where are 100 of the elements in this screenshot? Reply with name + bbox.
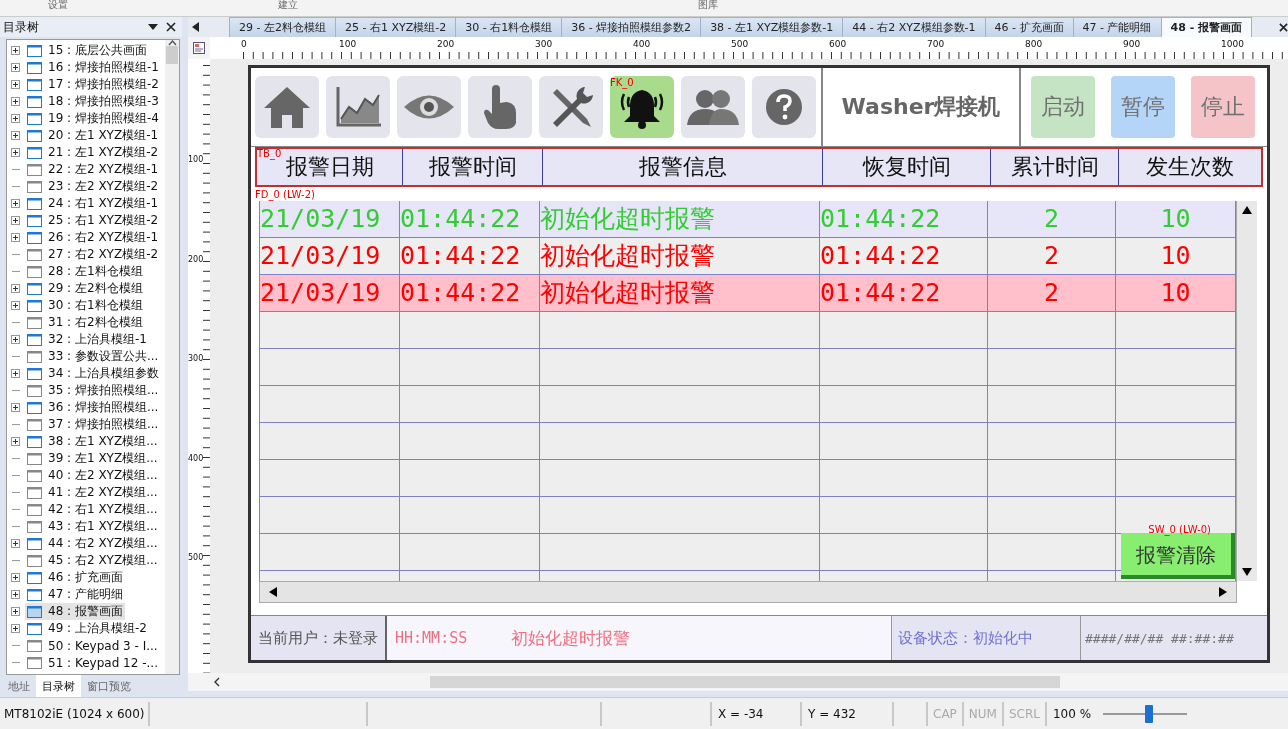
expand-icon[interactable] [11, 403, 20, 412]
expand-icon[interactable] [11, 284, 20, 293]
expand-icon[interactable] [11, 607, 20, 616]
tree-item[interactable]: 15 : 底层公共画面 [25, 42, 149, 59]
tree-item[interactable]: 46 : 扩充画面 [25, 569, 125, 586]
expand-icon[interactable] [11, 199, 20, 208]
scrollbar[interactable] [188, 673, 1288, 691]
expand-icon[interactable] [11, 131, 20, 140]
scrollbar[interactable] [259, 581, 1237, 603]
expand-icon[interactable] [11, 590, 20, 599]
expand-icon[interactable] [11, 233, 20, 242]
tree-item[interactable]: 32 : 上治具模组-1 [25, 331, 149, 348]
nav-button[interactable] [255, 76, 319, 138]
expand-icon[interactable] [11, 335, 20, 344]
document-tab[interactable]: 46 - 扩充画面 [984, 17, 1074, 37]
tree-item[interactable]: 38 : 左1 XYZ模组... [25, 433, 160, 450]
expand-icon[interactable] [11, 97, 20, 106]
expand-icon[interactable] [11, 369, 20, 378]
document-tab[interactable]: 48 - 报警画面 [1160, 17, 1253, 37]
document-tab[interactable]: 25 - 右1 XYZ模组-2 [334, 17, 457, 37]
tree-item[interactable]: 42 : 右1 XYZ模组... [25, 501, 160, 518]
slider-thumb[interactable] [1145, 704, 1154, 723]
scroll-thumb[interactable] [166, 46, 178, 64]
table-cell: 01:44:22 [400, 238, 540, 274]
tree-item[interactable]: 20 : 左1 XYZ模组-1 [25, 127, 161, 144]
scrollbar[interactable] [165, 40, 179, 674]
tree-item[interactable]: 28 : 左1料仓模组 [25, 263, 145, 280]
tree-item[interactable]: 25 : 右1 XYZ模组-2 [25, 212, 161, 229]
tree-item[interactable]: 26 : 右2 XYZ模组-1 [25, 229, 161, 246]
document-tab[interactable]: 36 - 焊接拍照模组参数2 [561, 17, 702, 37]
tree-item[interactable]: 34 : 上治具模组参数 [25, 365, 161, 382]
expand-icon[interactable] [11, 301, 20, 310]
expand-icon[interactable] [11, 148, 20, 157]
scroll-left-icon[interactable] [192, 22, 199, 32]
tree-item[interactable]: 24 : 右1 XYZ模组-1 [25, 195, 161, 212]
expand-icon[interactable] [11, 624, 20, 633]
tree-item[interactable]: 29 : 左2料仓模组 [25, 280, 145, 297]
tree-item[interactable]: 47 : 产能明细 [25, 586, 125, 603]
nav-button[interactable] [539, 76, 603, 138]
expand-icon[interactable] [11, 216, 20, 225]
scroll-left-icon[interactable] [268, 586, 278, 598]
expand-icon[interactable] [11, 539, 20, 548]
scroll-left-icon[interactable] [214, 677, 220, 687]
tree-item[interactable]: 23 : 左2 XYZ模组-2 [25, 178, 161, 195]
table-cell: 01:44:22 [820, 201, 988, 237]
document-tab[interactable]: 44 - 右2 XYZ模组参数-1 [842, 17, 986, 37]
tree-item[interactable]: 37 : 焊接拍照模组... [25, 416, 161, 433]
panel-tab[interactable]: 地址 [2, 675, 36, 697]
tree-item[interactable]: 30 : 右1料仓模组 [25, 297, 145, 314]
window-icon [27, 571, 42, 584]
tree-item[interactable]: 51 : Keypad 12 -... [25, 654, 160, 671]
scroll-right-icon[interactable] [1218, 586, 1228, 598]
document-tab[interactable]: 38 - 左1 XYZ模组参数-1 [700, 17, 844, 37]
nav-button[interactable] [752, 76, 816, 138]
document-tab[interactable]: 29 - 左2料仓模组 [229, 17, 336, 37]
document-tab[interactable]: 30 - 右1料仓模组 [455, 17, 563, 37]
tree-item[interactable]: 43 : 右1 XYZ模组... [25, 518, 160, 535]
nav-button[interactable] [468, 76, 532, 138]
expand-icon[interactable] [11, 114, 20, 123]
tree-item[interactable]: 49 : 上治具模组-2 [25, 620, 149, 637]
expand-icon[interactable] [11, 46, 20, 55]
nav-button[interactable] [397, 76, 461, 138]
document-tab[interactable]: 47 - 产能明细 [1072, 17, 1162, 37]
tree-item[interactable]: 27 : 右2 XYZ模组-2 [25, 246, 161, 263]
close-icon[interactable] [1279, 22, 1288, 32]
close-icon[interactable] [166, 22, 176, 32]
tree-item[interactable]: 36 : 焊接拍照模组... [25, 399, 161, 416]
tree-item[interactable]: 33 : 参数设置公共... [25, 348, 161, 365]
expand-icon[interactable] [11, 80, 20, 89]
tree-item[interactable]: 44 : 右2 XYZ模组... [25, 535, 160, 552]
scrollbar[interactable] [1236, 201, 1257, 581]
tree-item[interactable]: 18 : 焊接拍照模组-3 [25, 93, 161, 110]
tree-item[interactable]: 22 : 左2 XYZ模组-1 [25, 161, 161, 178]
tree-item[interactable]: 21 : 左1 XYZ模组-2 [25, 144, 161, 161]
window-icon [27, 520, 42, 533]
tree-item[interactable]: 31 : 右2料仓模组 [25, 314, 145, 331]
expand-icon[interactable] [11, 573, 20, 582]
panel-tab[interactable]: 窗口预览 [81, 675, 137, 697]
dropdown-icon[interactable] [148, 24, 158, 30]
table-cell: 初始化超时报警 [540, 275, 820, 311]
panel-tab[interactable]: 目录树 [36, 675, 81, 697]
scroll-up-icon[interactable] [167, 40, 177, 46]
tree-item[interactable]: 39 : 左1 XYZ模组... [25, 450, 160, 467]
tree-item[interactable]: 16 : 焊接拍照模组-1 [25, 59, 161, 76]
scroll-down-icon[interactable] [1241, 567, 1253, 577]
tree-item[interactable]: 50 : Keypad 3 - I... [25, 637, 160, 654]
tree-item[interactable]: 45 : 右2 XYZ模组... [25, 552, 160, 569]
ruler-number: 400 [188, 453, 204, 463]
tree-item[interactable]: 17 : 焊接拍照模组-2 [25, 76, 161, 93]
nav-button[interactable] [326, 76, 390, 138]
tree-item[interactable]: 19 : 焊接拍照模组-4 [25, 110, 161, 127]
tree-item[interactable]: 48 : 报警画面 [25, 603, 125, 620]
scroll-up-icon[interactable] [1241, 205, 1253, 215]
expand-icon[interactable] [11, 63, 20, 72]
nav-button[interactable] [681, 76, 745, 138]
control-button[interactable]: 启动 [1031, 76, 1095, 138]
expand-icon[interactable] [11, 437, 20, 446]
tree-item[interactable]: 35 : 焊接拍照模组... [25, 382, 161, 399]
tree-item[interactable]: 40 : 左2 XYZ模组... [25, 467, 160, 484]
tree-item[interactable]: 41 : 左2 XYZ模组... [25, 484, 160, 501]
